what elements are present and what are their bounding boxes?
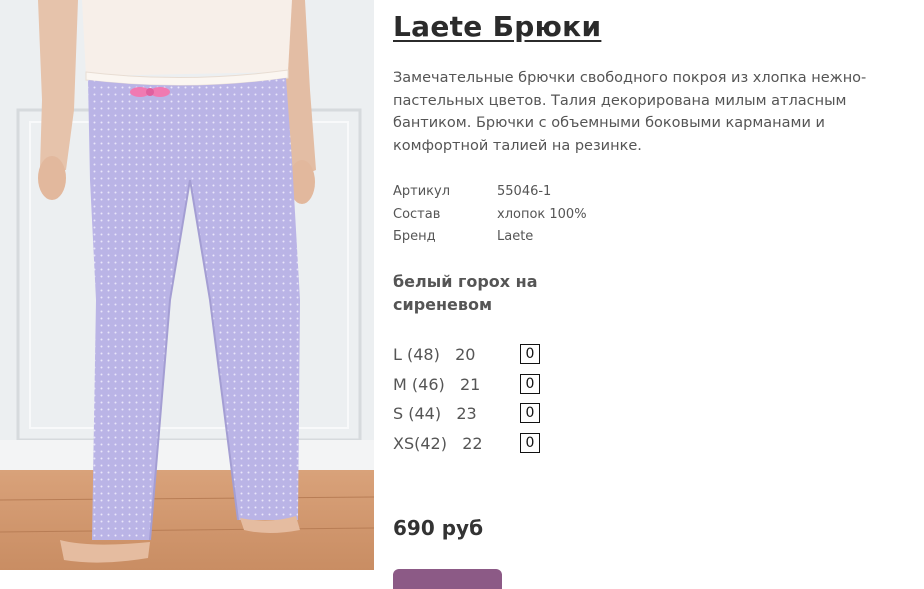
spec-row-composition: Состав хлопок 100%: [393, 204, 587, 227]
product-photo-image: [0, 0, 374, 570]
spec-key: Артикул: [393, 184, 451, 199]
spec-value: хлопок 100%: [497, 206, 587, 222]
quantity-input-xs[interactable]: [520, 432, 540, 453]
spec-row-brand: Бренд Laete: [393, 226, 587, 249]
spec-row-article: Артикул 55046-1: [393, 181, 587, 204]
spec-value: 55046-1: [497, 184, 552, 199]
size-label: L (48) 20: [393, 345, 476, 364]
product-description: Замечательные брючки свободного покроя и…: [393, 70, 867, 154]
color-name: белый горох на сиреневом: [393, 272, 538, 314]
price: 690 руб: [393, 516, 484, 540]
quantity-input-l[interactable]: [520, 344, 540, 364]
product-specs: Артикул 55046-1 Состав хлопок 100% Бренд…: [393, 181, 587, 249]
spec-value: Laete: [497, 229, 534, 244]
quantity-input-s[interactable]: [520, 403, 540, 423]
size-label: M (46) 21: [393, 374, 481, 394]
buy-button[interactable]: [393, 569, 502, 589]
spec-key: Состав: [393, 206, 441, 222]
spec-key: Бренд: [393, 229, 436, 244]
size-label: XS(42) 22: [393, 433, 483, 453]
size-label: S (44) 23: [393, 404, 477, 423]
product-photo: [0, 0, 374, 570]
quantity-input-m[interactable]: [520, 373, 540, 394]
product-title: Laete Брюки: [393, 10, 602, 43]
